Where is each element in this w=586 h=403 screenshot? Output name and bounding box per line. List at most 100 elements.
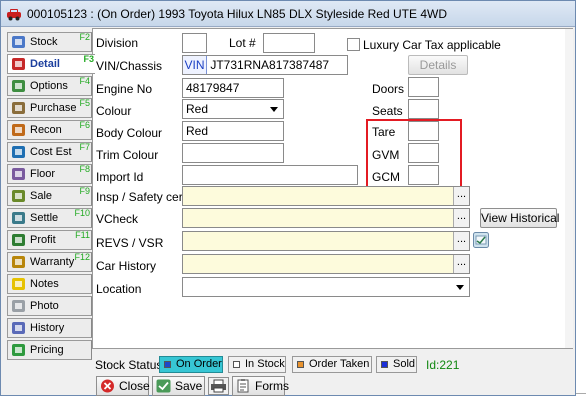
tab-shortcut: F8 bbox=[79, 164, 90, 174]
tab-shortcut: F10 bbox=[74, 208, 90, 218]
tab-label: Cost Est bbox=[30, 146, 72, 158]
tab-label: Options bbox=[30, 80, 68, 92]
tab-warranty[interactable]: Warranty F12 bbox=[7, 252, 92, 272]
tab-notes[interactable]: Notes bbox=[7, 274, 92, 294]
revs-lookup-button[interactable]: ... bbox=[453, 232, 469, 250]
printer-icon[interactable] bbox=[208, 377, 229, 395]
revs-label: REVS / VSR bbox=[96, 236, 164, 250]
tab-pricing[interactable]: Pricing bbox=[7, 340, 92, 360]
lot-label: Lot # bbox=[229, 36, 256, 50]
tab-label: Warranty bbox=[30, 256, 75, 268]
history-icon bbox=[12, 322, 25, 334]
tab-history[interactable]: History bbox=[7, 318, 92, 338]
revs-check-icon[interactable] bbox=[473, 232, 489, 248]
tab-photo[interactable]: Photo bbox=[7, 296, 92, 316]
status-in-stock[interactable]: In Stock bbox=[228, 356, 286, 373]
stock-detail-window: 000105123 : (On Order) 1993 Toyota Hilux… bbox=[0, 0, 576, 396]
forms-label: Forms bbox=[255, 379, 289, 393]
tab-stock[interactable]: Stock F2 bbox=[7, 32, 92, 52]
tab-settle[interactable]: Settle F10 bbox=[7, 208, 92, 228]
tab-shortcut: F6 bbox=[79, 120, 90, 130]
status-label: In Stock bbox=[245, 358, 285, 370]
tab-label: Notes bbox=[30, 278, 59, 290]
status-label: Sold bbox=[393, 358, 416, 370]
tab-recon[interactable]: Recon F6 bbox=[7, 120, 92, 140]
division-input[interactable] bbox=[182, 33, 207, 53]
view-historical-button[interactable]: View Historical bbox=[480, 208, 559, 228]
vin-input[interactable]: VIN JT731RNA817387487 bbox=[182, 55, 348, 75]
car-history-input[interactable]: ... bbox=[182, 254, 470, 274]
tab-detail[interactable]: Detail F3 bbox=[7, 54, 95, 74]
close-button[interactable]: Close bbox=[96, 376, 150, 396]
car-icon bbox=[7, 9, 21, 21]
insp-label: Insp / Safety cert bbox=[96, 190, 187, 204]
tab-label: Stock bbox=[30, 36, 58, 48]
engine-label: Engine No bbox=[96, 82, 153, 96]
car-history-lookup-button[interactable]: ... bbox=[453, 255, 469, 273]
status-color-swatch bbox=[297, 361, 304, 368]
settle-icon bbox=[12, 212, 25, 224]
tab-label: Floor bbox=[30, 168, 56, 180]
import-id-label: Import Id bbox=[96, 170, 144, 184]
forms-icon bbox=[237, 379, 249, 393]
insp-lookup-button[interactable]: ... bbox=[453, 187, 469, 205]
chevron-down-icon[interactable] bbox=[267, 100, 281, 118]
status-label: Order Taken bbox=[309, 358, 370, 370]
luxury-tax-checkbox[interactable] bbox=[347, 38, 360, 51]
floor-icon bbox=[12, 168, 25, 180]
vcheck-lookup-button[interactable]: ... bbox=[453, 209, 469, 227]
sale-icon bbox=[12, 190, 25, 202]
status-on-order[interactable]: On Order bbox=[159, 356, 223, 373]
status-order-taken[interactable]: Order Taken bbox=[292, 356, 372, 373]
seats-input[interactable] bbox=[408, 99, 439, 119]
stock-status-label: Stock Status bbox=[95, 358, 163, 372]
car-history-label: Car History bbox=[96, 259, 157, 273]
panel-scrollbar[interactable] bbox=[565, 29, 573, 348]
engine-input[interactable]: 48179847 bbox=[182, 78, 284, 98]
lot-input[interactable] bbox=[263, 33, 315, 53]
tab-shortcut: F2 bbox=[79, 32, 90, 42]
recon-icon bbox=[12, 124, 25, 136]
tab-shortcut: F4 bbox=[79, 76, 90, 86]
tab-shortcut: F7 bbox=[79, 142, 90, 152]
trim-colour-input[interactable] bbox=[182, 143, 284, 163]
forms-button[interactable]: Forms bbox=[232, 376, 289, 396]
vcheck-input[interactable]: ... bbox=[182, 208, 470, 228]
status-sold[interactable]: Sold bbox=[376, 356, 417, 373]
tab-shortcut: F11 bbox=[75, 230, 90, 240]
tab-shortcut: F3 bbox=[83, 54, 94, 64]
detail-icon bbox=[12, 58, 25, 70]
vcheck-label: VCheck bbox=[96, 212, 139, 226]
body-colour-input[interactable]: Red bbox=[182, 121, 284, 141]
tab-options[interactable]: Options F4 bbox=[7, 76, 92, 96]
tab-cost-est[interactable]: Cost Est F7 bbox=[7, 142, 92, 162]
details-button[interactable]: Details bbox=[408, 55, 468, 75]
tab-sale[interactable]: Sale F9 bbox=[7, 186, 92, 206]
revs-input[interactable]: ... bbox=[182, 231, 470, 251]
location-select[interactable] bbox=[182, 277, 470, 297]
tab-purchase[interactable]: Purchase F5 bbox=[7, 98, 92, 118]
insp-input[interactable]: ... bbox=[182, 186, 470, 206]
colour-label: Colour bbox=[96, 104, 132, 118]
notes-icon bbox=[12, 278, 25, 290]
profit-icon bbox=[12, 234, 25, 246]
tab-floor[interactable]: Floor F8 bbox=[7, 164, 92, 184]
tab-label: Detail bbox=[30, 58, 60, 70]
tab-label: Pricing bbox=[30, 344, 64, 356]
doors-input[interactable] bbox=[408, 77, 439, 97]
options-icon bbox=[12, 80, 25, 92]
tab-shortcut: F5 bbox=[79, 98, 90, 108]
save-icon bbox=[156, 379, 171, 393]
colour-select[interactable]: Red bbox=[182, 99, 284, 119]
import-id-input[interactable] bbox=[182, 165, 358, 185]
tab-label: Purchase bbox=[30, 102, 77, 114]
warranty-icon bbox=[12, 256, 25, 268]
cost-est-icon bbox=[12, 146, 25, 158]
trim-colour-label: Trim Colour bbox=[96, 148, 159, 162]
chevron-down-icon[interactable] bbox=[453, 278, 467, 296]
save-button[interactable]: Save bbox=[152, 376, 205, 396]
status-label: On Order bbox=[176, 358, 222, 370]
title-bar[interactable]: 000105123 : (On Order) 1993 Toyota Hilux… bbox=[1, 1, 575, 27]
tab-profit[interactable]: Profit F11 bbox=[7, 230, 92, 250]
luxury-tax-label: Luxury Car Tax applicable bbox=[363, 38, 501, 52]
